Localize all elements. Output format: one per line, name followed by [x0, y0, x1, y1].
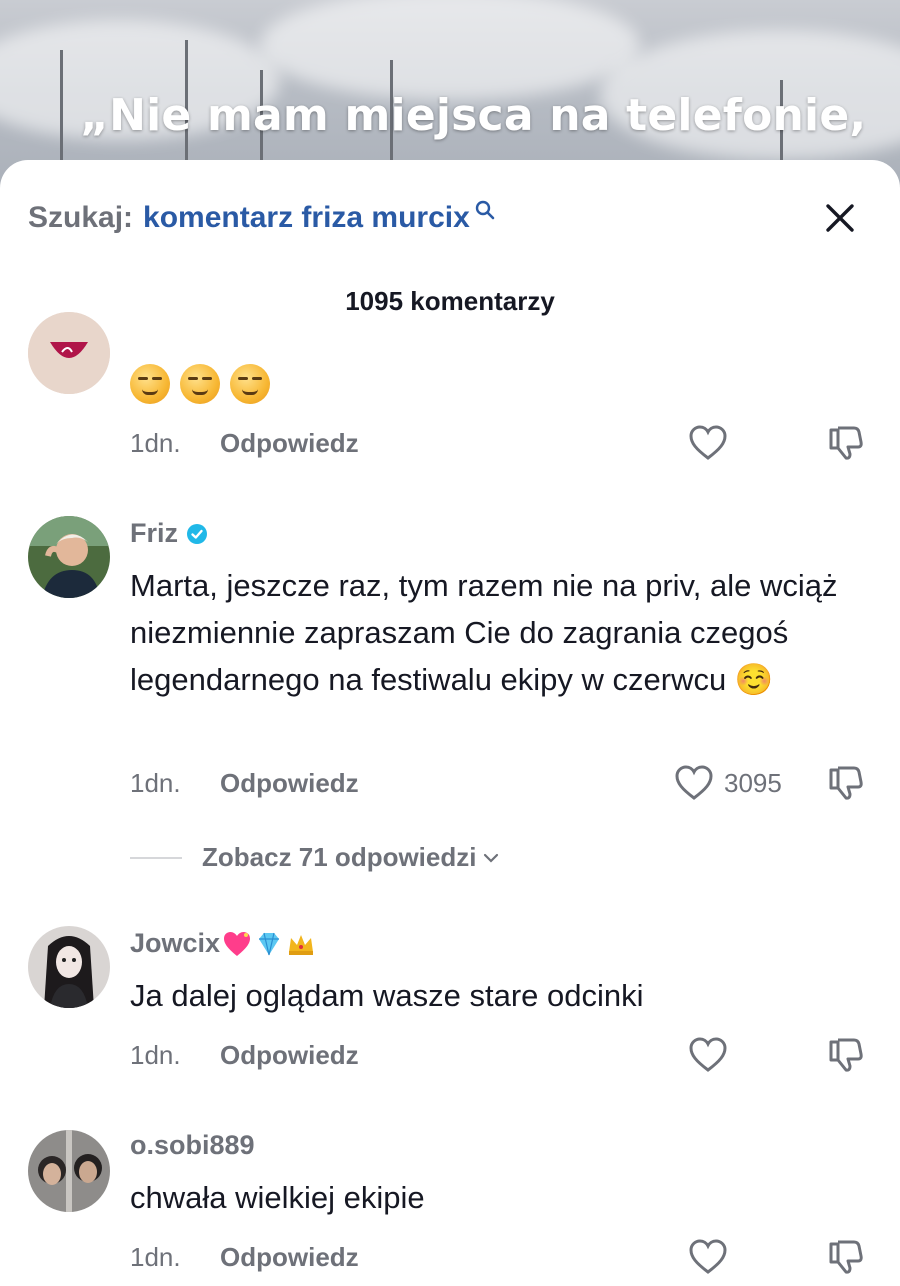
comments-sheet: Szukaj: komentarz friza murcix 1095 kome…	[0, 160, 900, 1286]
avatar[interactable]	[28, 516, 110, 598]
thumbs-down-icon[interactable]	[826, 424, 866, 462]
smirk-emoji-icon	[180, 364, 220, 404]
reply-button[interactable]: Odpowiedz	[220, 428, 359, 459]
emoji-content	[130, 364, 270, 404]
comment-item: o.sobi889 chwała wielkiej ekipie 1dn. Od…	[0, 1126, 900, 1286]
crown-emoji-icon	[289, 934, 314, 955]
chevron-down-icon	[484, 853, 499, 863]
comment-username[interactable]: o.sobi889	[130, 1130, 255, 1161]
username-text: Jowcix	[130, 928, 221, 958]
reply-button[interactable]: Odpowiedz	[220, 768, 359, 799]
thumbs-down-icon[interactable]	[826, 1238, 866, 1276]
reply-button[interactable]: Odpowiedz	[220, 1242, 359, 1273]
comment-time: 1dn.	[130, 428, 181, 458]
thumbs-down-icon[interactable]	[826, 764, 866, 802]
divider-line	[130, 856, 182, 859]
avatar[interactable]	[28, 312, 110, 394]
like-count: 3095	[724, 768, 782, 798]
heart-outline-icon[interactable]	[674, 764, 714, 802]
sparkling-heart-emoji-icon	[224, 931, 251, 956]
comment-text: Marta, jeszcze raz, tym razem nie na pri…	[130, 568, 838, 697]
comment-meta: 1dn. Odpowiedz	[130, 768, 359, 799]
comment-username[interactable]: Jowcix	[130, 928, 316, 959]
view-replies-label: Zobacz 71 odpowiedzi	[202, 842, 477, 872]
gem-emoji-icon	[259, 932, 280, 955]
comment-meta: 1dn. Odpowiedz	[130, 1242, 359, 1273]
comment-time: 1dn.	[130, 1242, 181, 1272]
search-icon	[475, 200, 495, 220]
comment-username[interactable]: Friz	[130, 518, 208, 549]
username-text: Friz	[130, 518, 179, 548]
avatar[interactable]	[28, 926, 110, 1008]
search-query-link[interactable]: komentarz friza murcix	[143, 201, 470, 235]
smirk-emoji-icon	[230, 364, 270, 404]
comment-text: Ja dalej oglądam wasze stare odcinki	[130, 978, 644, 1013]
avatar[interactable]	[28, 1130, 110, 1212]
reply-button[interactable]: Odpowiedz	[220, 1040, 359, 1071]
verified-badge-icon	[187, 523, 208, 544]
comment-text: chwała wielkiej ekipie	[130, 1180, 425, 1215]
search-prefix: Szukaj:	[28, 201, 134, 234]
comment-item: 1dn. Odpowiedz	[0, 312, 900, 488]
view-replies-button[interactable]: Zobacz 71 odpowiedzi	[130, 842, 502, 873]
comment-item: Friz Marta, jeszcze raz, tym razem nie n…	[0, 514, 900, 884]
comment-item: Jowcix Ja dalej oglądam wasze stare odci…	[0, 922, 900, 1102]
heart-outline-icon[interactable]	[688, 424, 728, 462]
video-caption: „Nie mam miejsca na telefonie,	[80, 90, 867, 141]
comment-count: 1095 komentarzy	[345, 286, 555, 316]
heart-outline-icon[interactable]	[688, 1036, 728, 1074]
comment-time: 1dn.	[130, 768, 181, 798]
comment-meta: 1dn. Odpowiedz	[130, 1040, 359, 1071]
comment-time: 1dn.	[130, 1040, 181, 1070]
username-text: o.sobi889	[130, 1130, 255, 1160]
heart-outline-icon[interactable]	[688, 1238, 728, 1276]
search-bar[interactable]: Szukaj: komentarz friza murcix	[28, 196, 872, 240]
comment-meta: 1dn. Odpowiedz	[130, 428, 359, 459]
smirk-emoji-icon	[130, 364, 170, 404]
close-icon[interactable]	[820, 198, 860, 238]
thumbs-down-icon[interactable]	[826, 1036, 866, 1074]
